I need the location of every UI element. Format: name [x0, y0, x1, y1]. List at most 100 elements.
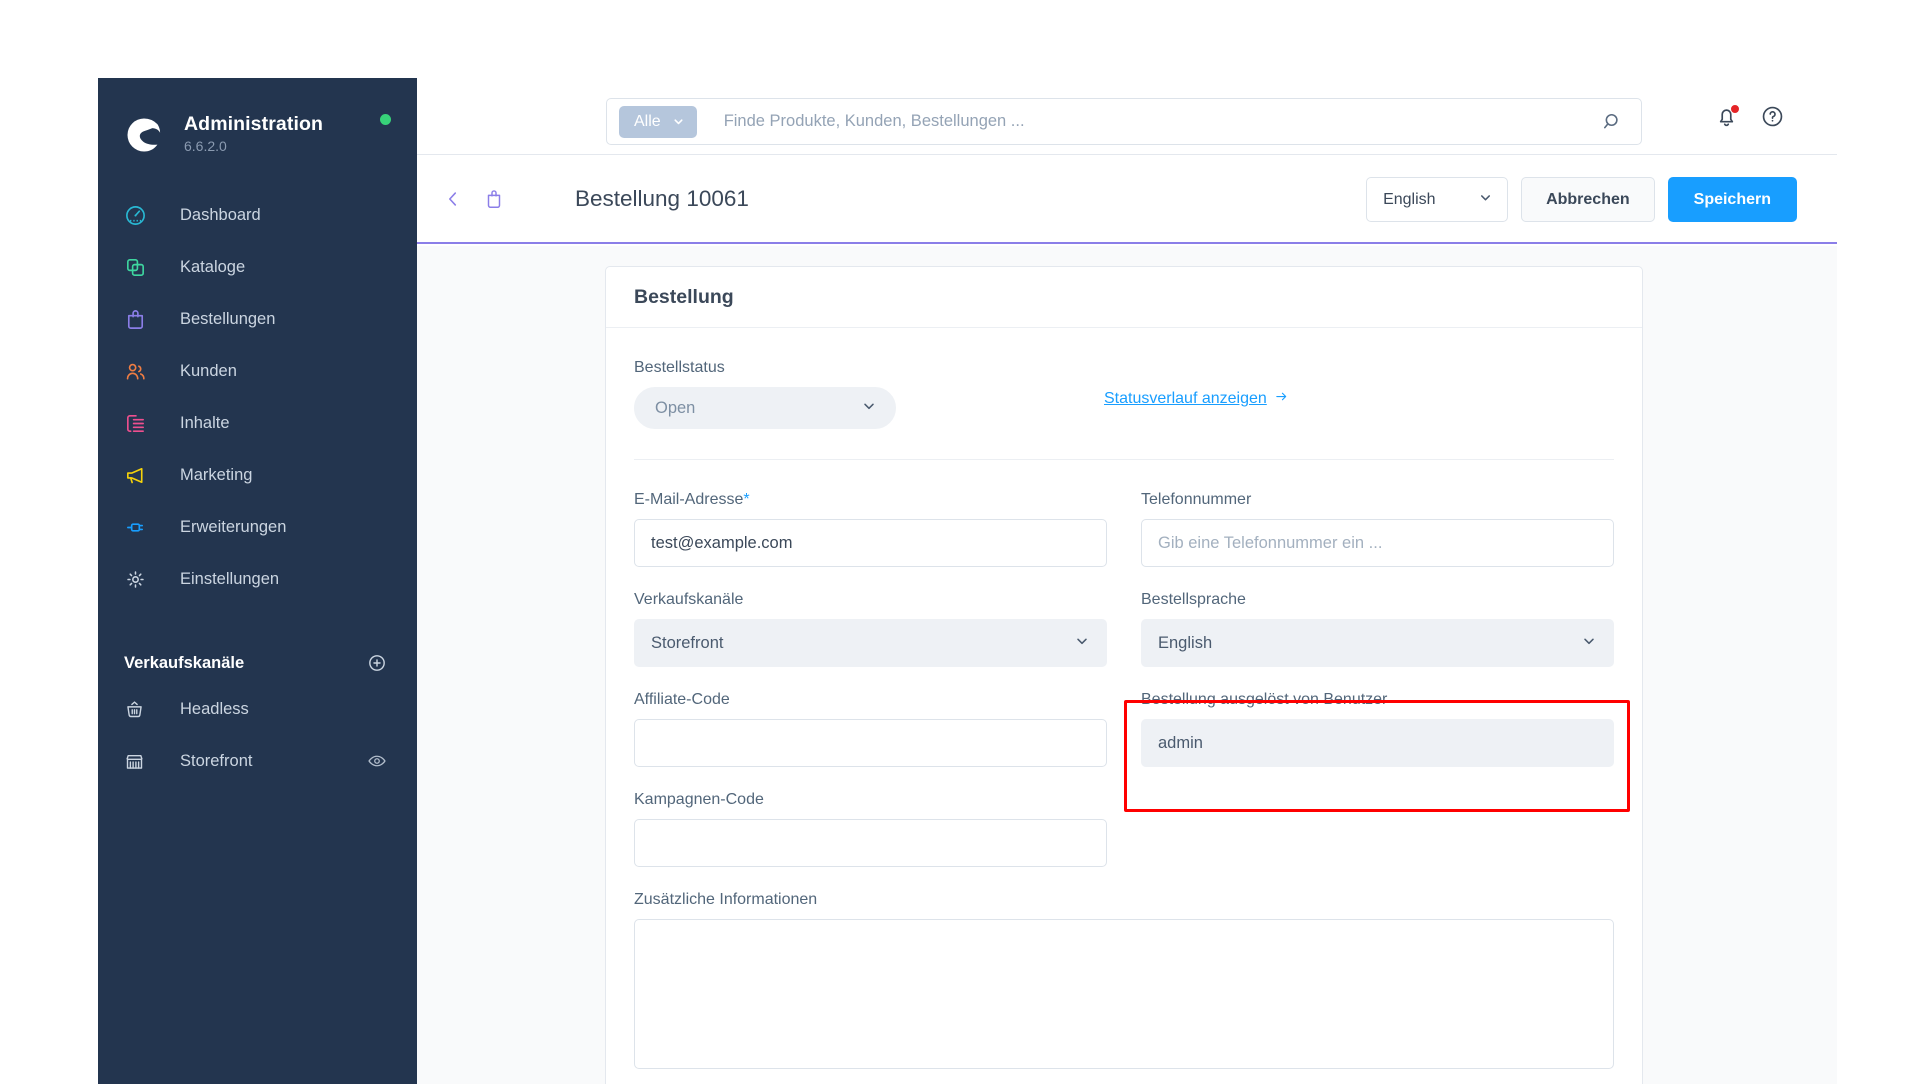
order-card-header: Bestellung [606, 267, 1642, 328]
order-card-body: Bestellstatus Open Statusverlauf anzeige… [606, 328, 1642, 1084]
sidebar-item-einstellungen[interactable]: Einstellungen [98, 553, 417, 605]
search-input[interactable] [723, 112, 1584, 131]
page-header: Bestellung 10061 English Abbrechen Speic… [417, 155, 1837, 244]
campaign-code-label: Kampagnen-Code [634, 791, 764, 808]
email-field-group: E-Mail-Adresse* [634, 490, 1107, 567]
triggered-by-user-field-group: Bestellung ausgelöst von Benutzer [1141, 690, 1614, 767]
order-status-label: Bestellstatus [634, 359, 725, 376]
sales-channel-label: Verkaufskanäle [634, 591, 744, 608]
notification-badge-dot [1730, 104, 1740, 114]
phone-label: Telefonnummer [1141, 491, 1252, 508]
email-input[interactable] [634, 519, 1107, 567]
sidebar-channel-label: Storefront [180, 751, 253, 770]
chevron-down-icon [672, 115, 685, 128]
campaign-row: Kampagnen-Code [634, 790, 1614, 867]
arrow-right-icon [1274, 389, 1289, 409]
required-marker: * [743, 491, 750, 508]
chevron-left-icon[interactable] [442, 188, 464, 210]
brand-title: Administration [184, 113, 323, 135]
catalog-copy-icon [124, 256, 154, 279]
affiliate-code-input[interactable] [634, 719, 1107, 767]
additional-info-textarea[interactable] [634, 919, 1614, 1069]
main-navigation: Dashboard Kataloge Bestellungen Kunden I… [98, 189, 417, 605]
chevron-down-icon [861, 398, 877, 419]
sales-channel-field-group: Verkaufskanäle Storefront [634, 590, 1107, 667]
shopware-logo-icon [123, 114, 165, 156]
sidebar-item-label: Kunden [180, 362, 237, 380]
brand-header: Administration 6.6.2.0 [98, 78, 417, 164]
shopware-admin-app: Administration 6.6.2.0 Dashboard Katalog… [0, 0, 1920, 1084]
sidebar-item-dashboard[interactable]: Dashboard [98, 189, 417, 241]
order-language-label: Bestellsprache [1141, 591, 1246, 608]
sidebar-channel-label: Headless [180, 699, 249, 718]
affiliate-user-row: Affiliate-Code Bestellung ausgelöst von … [634, 690, 1614, 767]
sidebar-item-inhalte[interactable]: Inhalte [98, 397, 417, 449]
channel-language-row: Verkaufskanäle Storefront Bestellsprache [634, 590, 1614, 667]
status-history-wrap: Statusverlauf anzeigen [1045, 358, 1614, 409]
campaign-code-input[interactable] [634, 819, 1107, 867]
sidebar-channel-headless[interactable]: Headless [98, 683, 417, 735]
online-status-dot [380, 114, 391, 125]
status-history-link-label: Statusverlauf anzeigen [1104, 390, 1267, 407]
top-actions [1714, 78, 1785, 155]
content-list-icon [124, 412, 154, 435]
sales-channel-value: Storefront [651, 633, 724, 652]
triggered-by-user-label: Bestellung ausgelöst von Benutzer [1141, 691, 1388, 708]
question-circle-icon[interactable] [1760, 104, 1785, 129]
search-magnifier-icon[interactable] [1584, 111, 1641, 132]
sidebar-item-kataloge[interactable]: Kataloge [98, 241, 417, 293]
sidebar-item-marketing[interactable]: Marketing [98, 449, 417, 501]
sidebar-item-erweiterungen[interactable]: Erweiterungen [98, 501, 417, 553]
contact-row: E-Mail-Adresse* Telefonnummer [634, 490, 1614, 567]
search-scope-chip[interactable]: Alle [619, 105, 697, 138]
additional-info-label: Zusätzliche Informationen [634, 891, 818, 908]
settings-gear-icon [124, 568, 154, 591]
orders-bag-icon[interactable] [483, 188, 505, 210]
sidebar-item-label: Inhalte [180, 414, 230, 432]
chevron-down-icon [1581, 633, 1597, 654]
sidebar-item-label: Dashboard [180, 206, 261, 224]
cancel-button[interactable]: Abbrechen [1521, 177, 1655, 222]
plus-circle-icon[interactable] [367, 653, 387, 673]
sales-channels-header: Verkaufskanäle [98, 643, 417, 683]
email-label-text: E-Mail-Adresse [634, 491, 744, 508]
page-title: Bestellung 10061 [575, 185, 749, 211]
order-status-row: Bestellstatus Open Statusverlauf anzeige… [634, 358, 1614, 460]
order-status-select[interactable]: Open [634, 387, 896, 429]
marketing-megaphone-icon [124, 464, 154, 487]
chevron-down-icon [1074, 633, 1090, 654]
order-card: Bestellung Bestellstatus Open Statusverl… [605, 266, 1643, 1084]
save-button[interactable]: Speichern [1667, 177, 1797, 222]
chevron-down-icon [1478, 190, 1493, 210]
order-language-select[interactable]: English [1141, 619, 1614, 667]
global-search: Alle [606, 98, 1642, 145]
additional-info-field-group: Zusätzliche Informationen [634, 890, 1614, 1074]
eye-icon[interactable] [367, 751, 387, 771]
phone-field-group: Telefonnummer [1141, 490, 1614, 567]
status-history-link[interactable]: Statusverlauf anzeigen [1104, 389, 1289, 409]
storefront-icon [124, 751, 154, 772]
language-select-value: English [1383, 190, 1436, 208]
orders-bag-icon [124, 308, 154, 331]
campaign-row-spacer [1141, 790, 1614, 867]
email-label: E-Mail-Adresse* [634, 490, 1107, 510]
sidebar-item-bestellungen[interactable]: Bestellungen [98, 293, 417, 345]
sidebar-item-kunden[interactable]: Kunden [98, 345, 417, 397]
sales-channel-select[interactable]: Storefront [634, 619, 1107, 667]
sidebar-channel-storefront[interactable]: Storefront [98, 735, 417, 787]
sidebar-item-label: Marketing [180, 466, 253, 484]
order-status-field: Bestellstatus Open [634, 358, 1045, 429]
order-language-field-group: Bestellsprache English [1141, 590, 1614, 667]
bell-icon[interactable] [1714, 104, 1740, 129]
sidebar: Administration 6.6.2.0 Dashboard Katalog… [98, 78, 417, 1084]
sidebar-item-label: Kataloge [180, 258, 246, 276]
search-scope-label: Alle [634, 112, 661, 130]
order-status-value: Open [655, 398, 696, 417]
sidebar-item-label: Bestellungen [180, 310, 276, 328]
language-select[interactable]: English [1366, 177, 1509, 222]
content-area: Bestellung Bestellstatus Open Statusverl… [417, 246, 1837, 1084]
order-card-title: Bestellung [634, 285, 734, 308]
extensions-plug-icon [124, 516, 154, 539]
phone-input[interactable] [1141, 519, 1614, 567]
triggered-by-user-input [1141, 719, 1614, 767]
